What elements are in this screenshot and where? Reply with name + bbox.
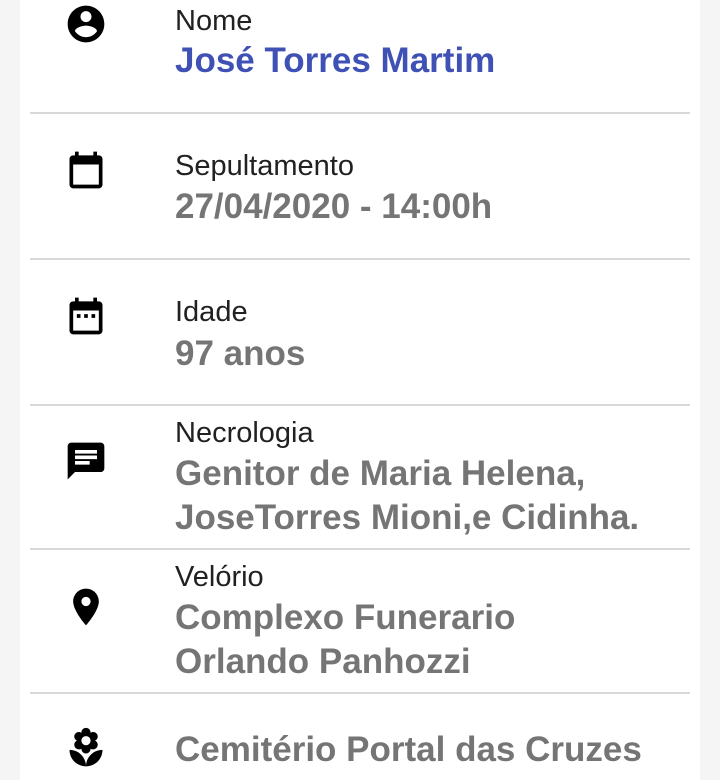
- obituary-label: Necrologia: [175, 417, 314, 449]
- detail-row-burial: Sepultamento 27/04/2020 - 14:00h: [30, 114, 690, 260]
- funeral-details-card: Nome José Torres Martim Sepultamento 27/…: [20, 0, 700, 780]
- wake-line-2: Orlando Panhozzi: [175, 642, 471, 681]
- name-label: Nome: [175, 5, 253, 37]
- flower-icon: [69, 727, 103, 767]
- burial-label: Sepultamento: [175, 150, 354, 182]
- name-value: José Torres Martim: [175, 41, 496, 80]
- burial-value: 27/04/2020 - 14:00h: [175, 187, 493, 226]
- message-icon: [67, 442, 105, 480]
- account-circle-icon: [67, 5, 105, 43]
- calendar-icon: [69, 151, 103, 189]
- wake-label: Velório: [175, 561, 264, 593]
- detail-row-age: Idade 97 anos: [30, 260, 690, 406]
- detail-row-cemetery: Cemitério Portal das Cruzes: [30, 694, 690, 780]
- calendar-dots-icon: [69, 297, 103, 335]
- location-pin-icon: [73, 588, 99, 626]
- obituary-line-1: Genitor de Maria Helena,: [175, 454, 586, 493]
- cemetery-value: Cemitério Portal das Cruzes: [175, 730, 642, 769]
- detail-row-name: Nome José Torres Martim: [30, 0, 690, 114]
- wake-line-1: Complexo Funerario: [175, 598, 516, 637]
- obituary-line-2: JoseTorres Mioni,e Cidinha.: [175, 498, 640, 537]
- detail-row-obituary: Necrologia Genitor de Maria Helena, Jose…: [30, 406, 690, 550]
- detail-row-wake: Velório Complexo Funerario Orlando Panho…: [30, 550, 690, 694]
- age-value: 97 anos: [175, 334, 306, 373]
- age-label: Idade: [175, 296, 248, 328]
